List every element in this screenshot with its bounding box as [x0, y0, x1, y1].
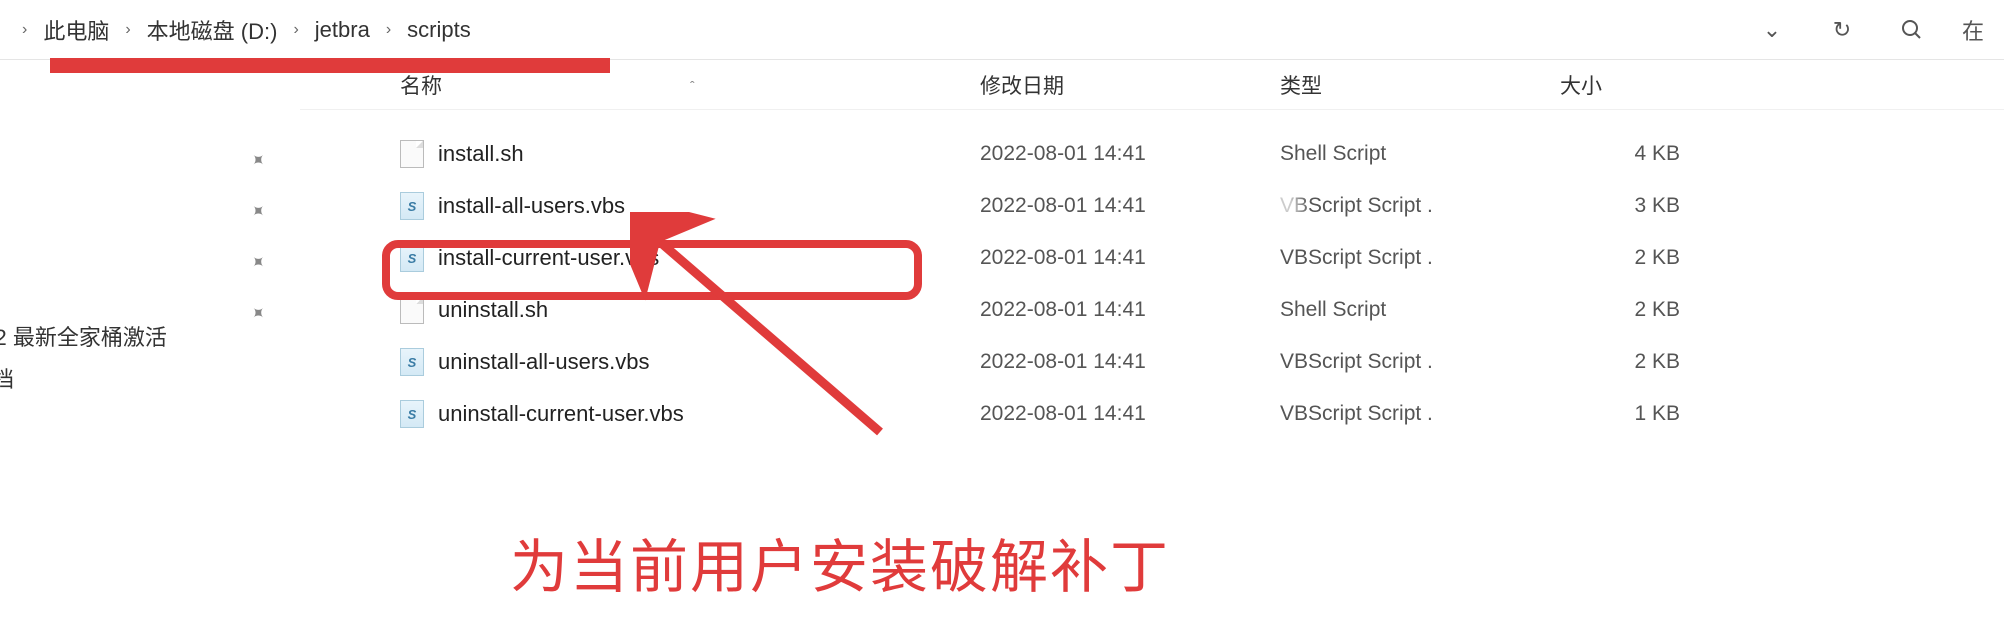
file-type: VBScript Script . — [1280, 402, 1560, 426]
file-type: VBScript Script . — [1280, 350, 1560, 374]
pin-icon[interactable]: ✦ — [245, 199, 271, 225]
search-icon[interactable] — [1892, 10, 1932, 50]
vbs-file-icon: S — [400, 400, 424, 428]
file-name-cell: Suninstall-all-users.vbs — [300, 348, 980, 376]
column-type[interactable]: 类型 — [1280, 70, 1560, 100]
sidebar-item-label[interactable]: 022 最新全家桶激活 — [0, 320, 167, 352]
sh-file-icon — [400, 296, 424, 324]
vbs-file-icon: S — [400, 192, 424, 220]
file-name-cell: Sinstall-all-users.vbs — [300, 192, 980, 220]
file-rows: install.sh2022-08-01 14:41Shell Script4 … — [300, 110, 2004, 440]
sh-file-icon — [400, 140, 424, 168]
pin-icon[interactable]: ✦ — [245, 301, 271, 327]
pin-icon[interactable]: ✦ — [245, 148, 271, 174]
chevron-right-icon: › — [123, 21, 132, 39]
chevron-right-icon: › — [291, 21, 300, 39]
file-size: 1 KB — [1560, 402, 1710, 426]
breadcrumb-item[interactable]: scripts — [399, 13, 479, 47]
column-name[interactable]: 名称 ˆ — [300, 70, 980, 100]
breadcrumb-item[interactable]: 此电脑 — [35, 10, 117, 50]
file-name: install.sh — [438, 141, 524, 167]
pin-icon[interactable]: ✦ — [245, 250, 271, 276]
file-name: uninstall-current-user.vbs — [438, 401, 684, 427]
vbs-file-icon: S — [400, 244, 424, 272]
file-date: 2022-08-01 14:41 — [980, 142, 1280, 166]
file-row[interactable]: Suninstall-current-user.vbs2022-08-01 14… — [300, 388, 2004, 440]
file-name: install-all-users.vbs — [438, 193, 625, 219]
file-date: 2022-08-01 14:41 — [980, 402, 1280, 426]
vbs-file-icon: S — [400, 348, 424, 376]
address-bar-controls: ⌄ ↻ 在 — [1752, 0, 1984, 60]
column-name-label: 名称 — [400, 75, 442, 98]
file-row[interactable]: install.sh 2022-08-01 14:41Shell Script4 … — [300, 128, 2004, 180]
file-name-cell: Suninstall-current-user.vbs — [300, 400, 980, 428]
sidebar-item-label[interactable]: 文档 — [0, 362, 14, 394]
file-date: 2022-08-01 14:41 — [980, 350, 1280, 374]
history-dropdown-icon[interactable]: ⌄ — [1752, 10, 1792, 50]
file-size: 3 KB — [1560, 194, 1710, 218]
file-size: 2 KB — [1560, 350, 1710, 374]
file-type: Shell Script — [1280, 142, 1560, 166]
refresh-icon[interactable]: ↻ — [1822, 10, 1862, 50]
file-size: 2 KB — [1560, 298, 1710, 322]
file-size: 2 KB — [1560, 246, 1710, 270]
file-name-cell: uninstall.sh — [300, 296, 980, 324]
file-row[interactable]: uninstall.sh2022-08-01 14:41Shell Script… — [300, 284, 2004, 336]
file-type: VBScript Script . — [1280, 246, 1560, 270]
file-type: VBScript Script . — [1280, 194, 1560, 218]
search-hint: 在 — [1962, 10, 1984, 50]
file-row[interactable]: Sinstall-current-user.vbs2022-08-01 14:4… — [300, 232, 2004, 284]
watermark — [1230, 170, 1310, 250]
file-row[interactable]: Sinstall-all-users.vbs2022-08-01 14:41VB… — [300, 180, 2004, 232]
file-name-cell: Sinstall-current-user.vbs — [300, 244, 980, 272]
annotation-text: 为当前用户安装破解补丁 — [510, 520, 1170, 604]
breadcrumb[interactable]: › 此电脑 › 本地磁盘 (D:) › jetbra › scripts — [20, 10, 479, 50]
breadcrumb-item[interactable]: jetbra — [307, 13, 378, 47]
file-name: uninstall.sh — [438, 297, 548, 323]
file-row[interactable]: Suninstall-all-users.vbs2022-08-01 14:41… — [300, 336, 2004, 388]
column-date[interactable]: 修改日期 — [980, 70, 1280, 100]
file-type: Shell Script — [1280, 298, 1560, 322]
sort-caret-icon: ˆ — [690, 78, 695, 94]
file-name: uninstall-all-users.vbs — [438, 349, 650, 375]
sidebar: ✦ ✦ ✦ ✦ 022 最新全家桶激活 文档 ) — [0, 60, 290, 636]
file-name-cell: install.sh — [300, 140, 980, 168]
address-bar: › 此电脑 › 本地磁盘 (D:) › jetbra › scripts ⌄ ↻… — [0, 0, 2004, 60]
column-size[interactable]: 大小 — [1560, 70, 1710, 100]
file-name: install-current-user.vbs — [438, 245, 659, 271]
file-size: 4 KB — [1560, 142, 1710, 166]
chevron-right-icon: › — [384, 21, 393, 39]
chevron-right-icon: › — [20, 21, 29, 39]
annotation-underline — [50, 58, 610, 73]
watermark — [1180, 260, 1250, 330]
breadcrumb-item[interactable]: 本地磁盘 (D:) — [139, 10, 286, 50]
